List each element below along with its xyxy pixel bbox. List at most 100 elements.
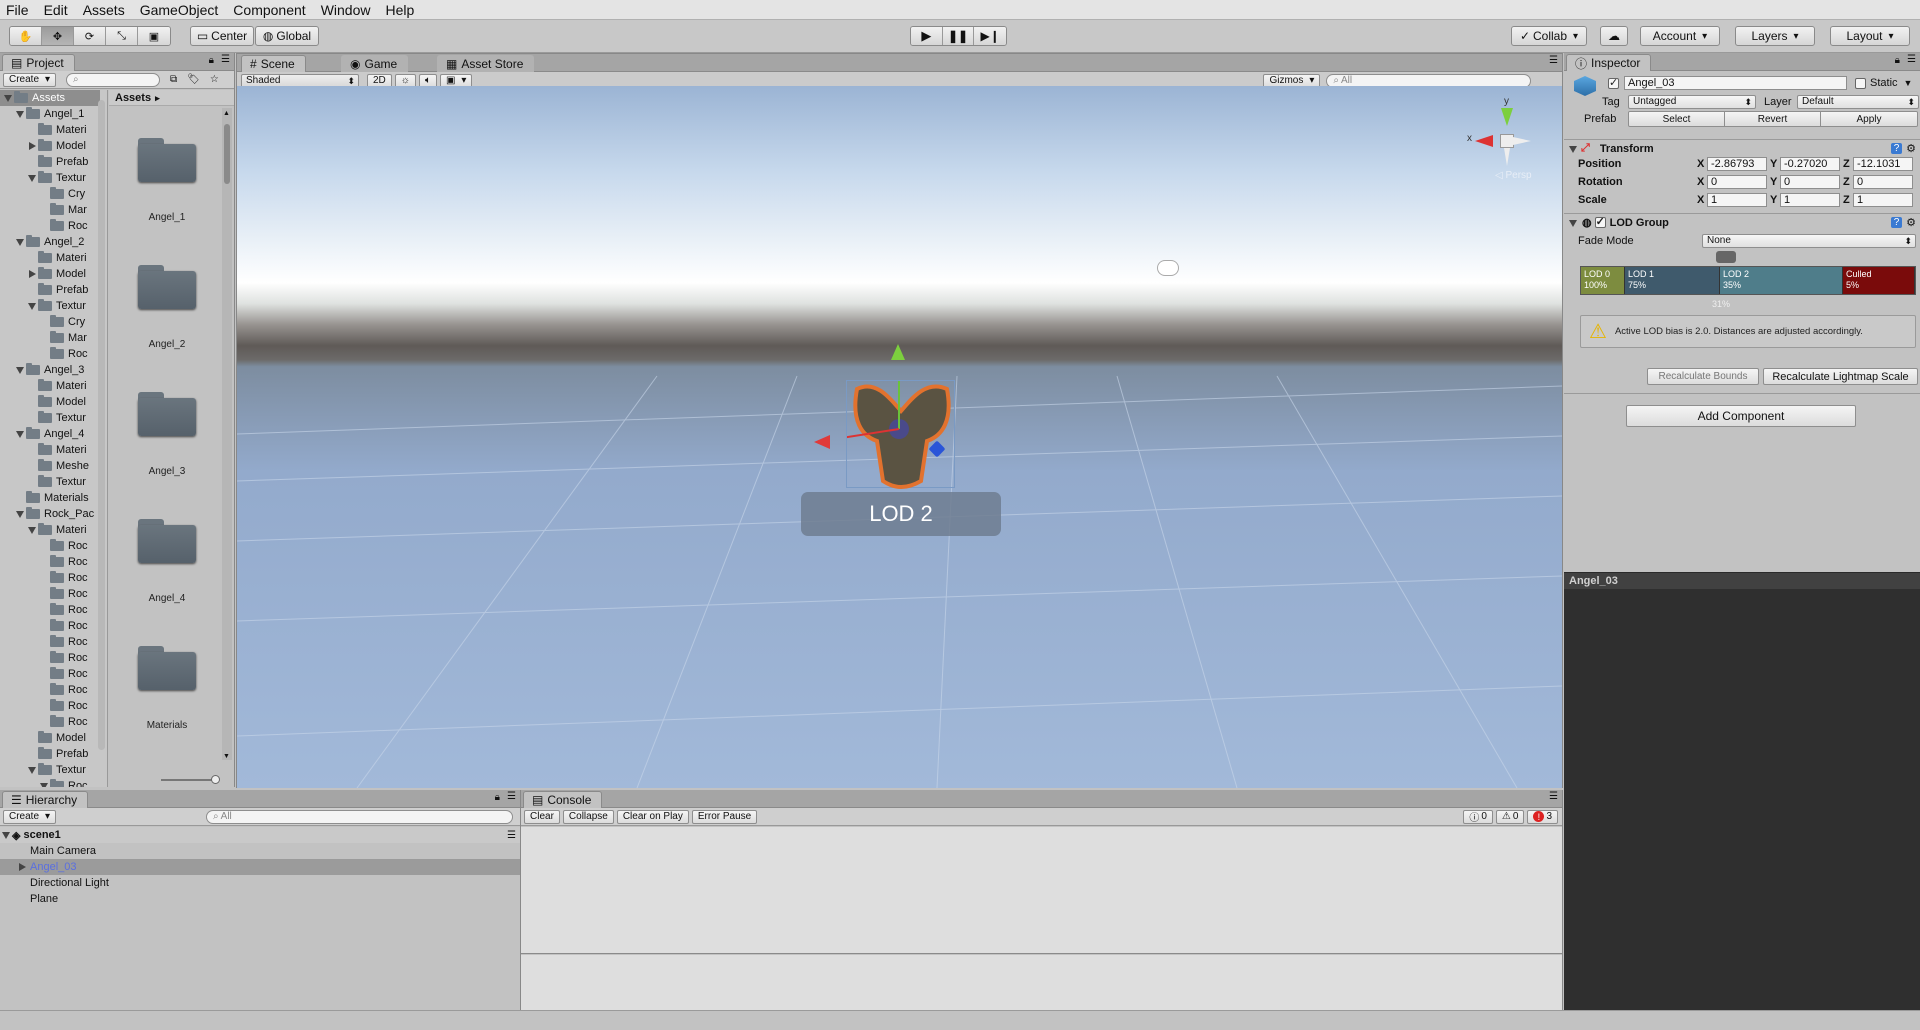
grid-scrollbar[interactable]: ▲ ▼ bbox=[222, 108, 232, 760]
move-y-handle-icon[interactable] bbox=[891, 344, 905, 360]
project-tree-item[interactable]: Textur bbox=[0, 298, 100, 314]
expand-toggle-icon[interactable] bbox=[14, 506, 26, 522]
menu-edit[interactable]: Edit bbox=[44, 0, 68, 20]
project-tree-item[interactable]: Angel_2 bbox=[0, 234, 100, 250]
tab-scene[interactable]: # Scene bbox=[241, 55, 306, 72]
expand-icon[interactable] bbox=[0, 827, 12, 843]
project-tree-item[interactable]: Roc bbox=[0, 618, 100, 634]
preview-area[interactable] bbox=[1564, 589, 1920, 1010]
add-component-button[interactable]: Add Component bbox=[1626, 405, 1856, 427]
menu-gameobject[interactable]: GameObject bbox=[140, 0, 219, 20]
scene-viewport[interactable]: LOD 2 y x ◁ Persp bbox=[237, 86, 1562, 788]
gizmo-center-cube-icon[interactable] bbox=[1500, 134, 1514, 148]
expand-toggle-icon[interactable] bbox=[26, 266, 38, 282]
console-clear-on-play-button[interactable]: Clear on Play bbox=[616, 809, 689, 824]
project-tree-item[interactable]: Mar bbox=[0, 202, 100, 218]
angel-model[interactable] bbox=[834, 367, 955, 489]
hand-tool-icon[interactable]: ✋ bbox=[10, 27, 42, 45]
project-tree-item[interactable]: Assets bbox=[0, 90, 100, 106]
project-tree-item[interactable]: Roc bbox=[0, 218, 100, 234]
transform-x-field[interactable]: 0 bbox=[1707, 175, 1767, 189]
panel-menu-icon[interactable]: ☰ bbox=[1549, 791, 1558, 802]
lod-group-enabled-checkbox[interactable] bbox=[1594, 215, 1606, 228]
console-error-pause-button[interactable]: Error Pause bbox=[691, 809, 758, 824]
project-tree-item[interactable]: Model bbox=[0, 266, 100, 282]
project-tree-item[interactable]: Roc bbox=[0, 586, 100, 602]
project-tree-item[interactable]: Angel_1 bbox=[0, 106, 100, 122]
project-tree-item[interactable]: Model bbox=[0, 138, 100, 154]
hierarchy-item[interactable]: Angel_03 bbox=[0, 859, 520, 875]
collapse-icon[interactable] bbox=[1567, 141, 1579, 157]
expand-toggle-icon[interactable] bbox=[14, 362, 26, 378]
folder-label[interactable]: Materials bbox=[117, 720, 217, 731]
fade-mode-dropdown[interactable]: None bbox=[1702, 234, 1916, 248]
project-tree-item[interactable]: Roc bbox=[0, 698, 100, 714]
object-name-field[interactable]: Angel_03 bbox=[1624, 76, 1847, 90]
collapse-icon[interactable] bbox=[1567, 215, 1579, 231]
scene-menu-icon[interactable]: ☰ bbox=[507, 830, 516, 841]
project-tree-item[interactable]: Prefab bbox=[0, 154, 100, 170]
project-tree-item[interactable]: Roc bbox=[0, 666, 100, 682]
lod-levels-bar[interactable]: LOD 0 100% LOD 1 75% LOD 2 35% Culled 5% bbox=[1580, 266, 1916, 295]
project-tree-item[interactable]: Mar bbox=[0, 330, 100, 346]
expand-toggle-icon[interactable] bbox=[26, 762, 38, 778]
static-checkbox[interactable] bbox=[1855, 77, 1866, 89]
folder-icon[interactable] bbox=[138, 517, 196, 563]
transform-z-field[interactable]: 1 bbox=[1853, 193, 1913, 207]
prefab-select-button[interactable]: Select bbox=[1629, 112, 1725, 126]
project-tree-item[interactable]: Materi bbox=[0, 122, 100, 138]
project-tree-item[interactable]: Materi bbox=[0, 250, 100, 266]
transform-x-field[interactable]: 1 bbox=[1707, 193, 1767, 207]
lock-icon[interactable]: 🔒︎ bbox=[495, 792, 500, 803]
folder-label[interactable]: Angel_2 bbox=[117, 339, 217, 350]
project-tree-item[interactable]: Textur bbox=[0, 410, 100, 426]
lod-group-header[interactable]: ◍ LOD Group ? ⚙ bbox=[1564, 213, 1920, 231]
preview-header[interactable]: Angel_03 bbox=[1564, 572, 1920, 589]
transform-z-field[interactable]: -12.1031 bbox=[1853, 157, 1913, 171]
transform-z-field[interactable]: 0 bbox=[1853, 175, 1913, 189]
hierarchy-search-input[interactable]: ⌕ All bbox=[206, 809, 514, 824]
console-clear-button[interactable]: Clear bbox=[524, 809, 560, 824]
project-tree-item[interactable]: Roc bbox=[0, 682, 100, 698]
transform-header[interactable]: ⤢ Transform ? ⚙ bbox=[1564, 139, 1920, 157]
folder-icon[interactable] bbox=[138, 644, 196, 690]
sun-light-icon[interactable] bbox=[1158, 261, 1178, 275]
project-tree-item[interactable]: Angel_3 bbox=[0, 362, 100, 378]
prefab-apply-button[interactable]: Apply bbox=[1821, 112, 1917, 126]
project-tree-item[interactable]: Prefab bbox=[0, 746, 100, 762]
gizmo-cone-down-icon[interactable] bbox=[1504, 148, 1510, 166]
persp-label[interactable]: ◁ Persp bbox=[1495, 170, 1532, 181]
lod-camera-icon[interactable] bbox=[1716, 251, 1736, 263]
lod-level-segment[interactable]: LOD 0 100% bbox=[1581, 267, 1625, 294]
hierarchy-item[interactable]: Directional Light bbox=[0, 875, 520, 891]
tab-hierarchy[interactable]: ☰ Hierarchy bbox=[2, 791, 89, 808]
menu-component[interactable]: Component bbox=[233, 0, 305, 20]
project-tree-item[interactable]: Textur bbox=[0, 474, 100, 490]
project-tree-item[interactable]: Roc bbox=[0, 602, 100, 618]
lock-icon[interactable]: 🔒︎ bbox=[1895, 55, 1900, 66]
project-tree-item[interactable]: Meshe bbox=[0, 458, 100, 474]
active-checkbox[interactable] bbox=[1608, 76, 1619, 89]
filter-label-icon[interactable]: 🏷︎ bbox=[187, 74, 200, 85]
project-tree-item[interactable]: Roc bbox=[0, 634, 100, 650]
panel-menu-icon[interactable]: ☰ bbox=[1907, 54, 1916, 65]
scroll-up-icon[interactable]: ▲ bbox=[223, 110, 230, 117]
expand-toggle-icon[interactable] bbox=[26, 170, 38, 186]
expand-toggle-icon[interactable] bbox=[26, 298, 38, 314]
prefab-revert-button[interactable]: Revert bbox=[1725, 112, 1821, 126]
project-tree-item[interactable]: Materi bbox=[0, 378, 100, 394]
account-dropdown[interactable]: Account bbox=[1640, 26, 1720, 46]
tag-dropdown[interactable]: Untagged bbox=[1628, 95, 1756, 109]
menu-help[interactable]: Help bbox=[385, 0, 414, 20]
folder-icon[interactable] bbox=[138, 136, 196, 182]
project-tree-item[interactable]: Rock_Pac bbox=[0, 506, 100, 522]
tab-game[interactable]: ◉ Game bbox=[341, 55, 409, 72]
move-tool-icon[interactable]: ✥ bbox=[42, 27, 74, 45]
project-tree-item[interactable]: Roc bbox=[0, 714, 100, 730]
transform-y-field[interactable]: 1 bbox=[1780, 193, 1840, 207]
expand-toggle-icon[interactable] bbox=[26, 138, 38, 154]
gizmo-cone-icon[interactable] bbox=[1513, 137, 1531, 145]
expand-toggle-icon[interactable] bbox=[14, 234, 26, 250]
project-tree-item[interactable]: Roc bbox=[0, 538, 100, 554]
project-tree-item[interactable]: Cry bbox=[0, 186, 100, 202]
